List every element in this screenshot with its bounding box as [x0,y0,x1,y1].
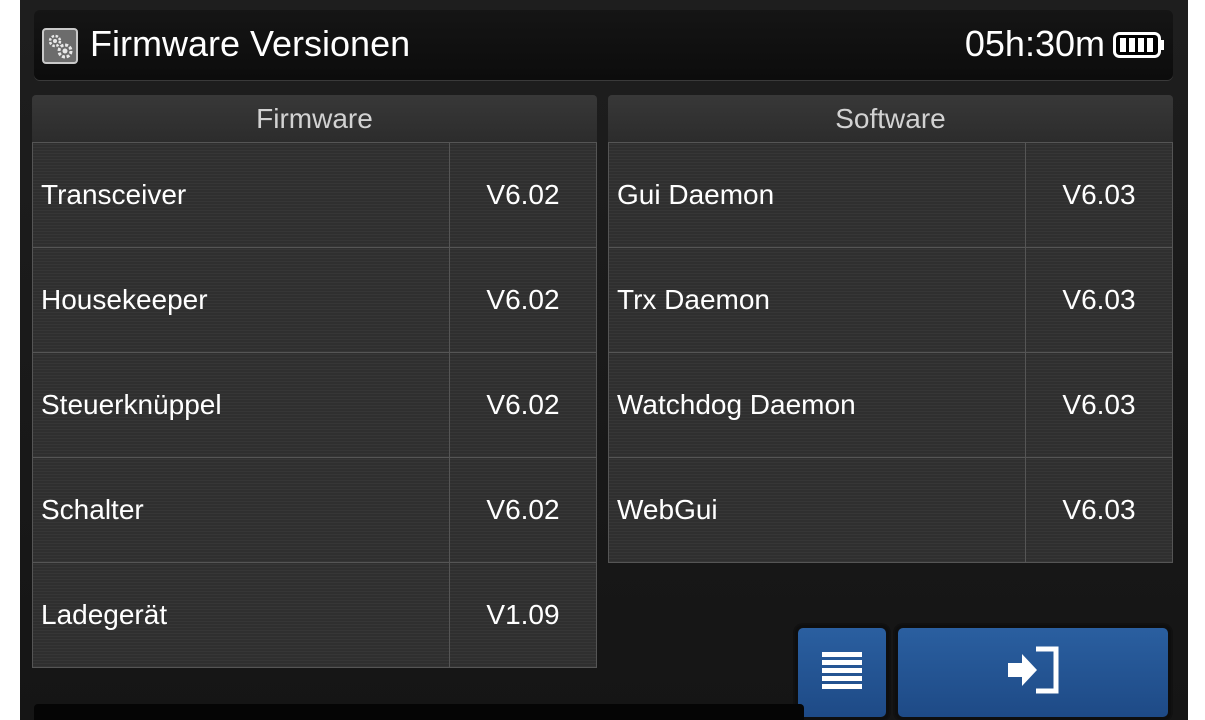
software-name-trx-daemon: Trx Daemon [608,247,1026,353]
firmware-name-ladegeraet: Ladegerät [32,562,450,668]
page-title: Firmware Versionen [90,23,411,64]
exit-door-icon [1006,645,1060,700]
firmware-version-transceiver: V6.02 [449,142,597,248]
firmware-name-steuerknueppel: Steuerknüppel [32,352,450,458]
status-footer [34,704,804,720]
firmware-version-steuerknueppel: V6.02 [449,352,597,458]
software-name-watchdog-daemon: Watchdog Daemon [608,352,1026,458]
software-header: Software [608,95,1173,142]
firmware-version-housekeeper: V6.02 [449,247,597,353]
battery-icon [1113,32,1165,58]
menu-list-icon [820,648,864,697]
exit-button[interactable] [895,625,1171,720]
software-version-webgui: V6.03 [1025,457,1173,563]
battery-time-remaining: 05h:30m [964,23,1105,64]
software-version-gui-daemon: V6.03 [1025,142,1173,248]
firmware-header: Firmware [32,95,597,142]
software-name-webgui: WebGui [608,457,1026,563]
software-name-gui-daemon: Gui Daemon [608,142,1026,248]
settings-gear-icon [42,28,78,64]
title-bar: Firmware Versionen 05h:30m [34,10,1173,80]
menu-button[interactable] [795,625,889,720]
firmware-name-transceiver: Transceiver [32,142,450,248]
firmware-version-ladegeraet: V1.09 [449,562,597,668]
firmware-version-schalter: V6.02 [449,457,597,563]
software-version-trx-daemon: V6.03 [1025,247,1173,353]
firmware-name-schalter: Schalter [32,457,450,563]
firmware-name-housekeeper: Housekeeper [32,247,450,353]
software-version-watchdog-daemon: V6.03 [1025,352,1173,458]
